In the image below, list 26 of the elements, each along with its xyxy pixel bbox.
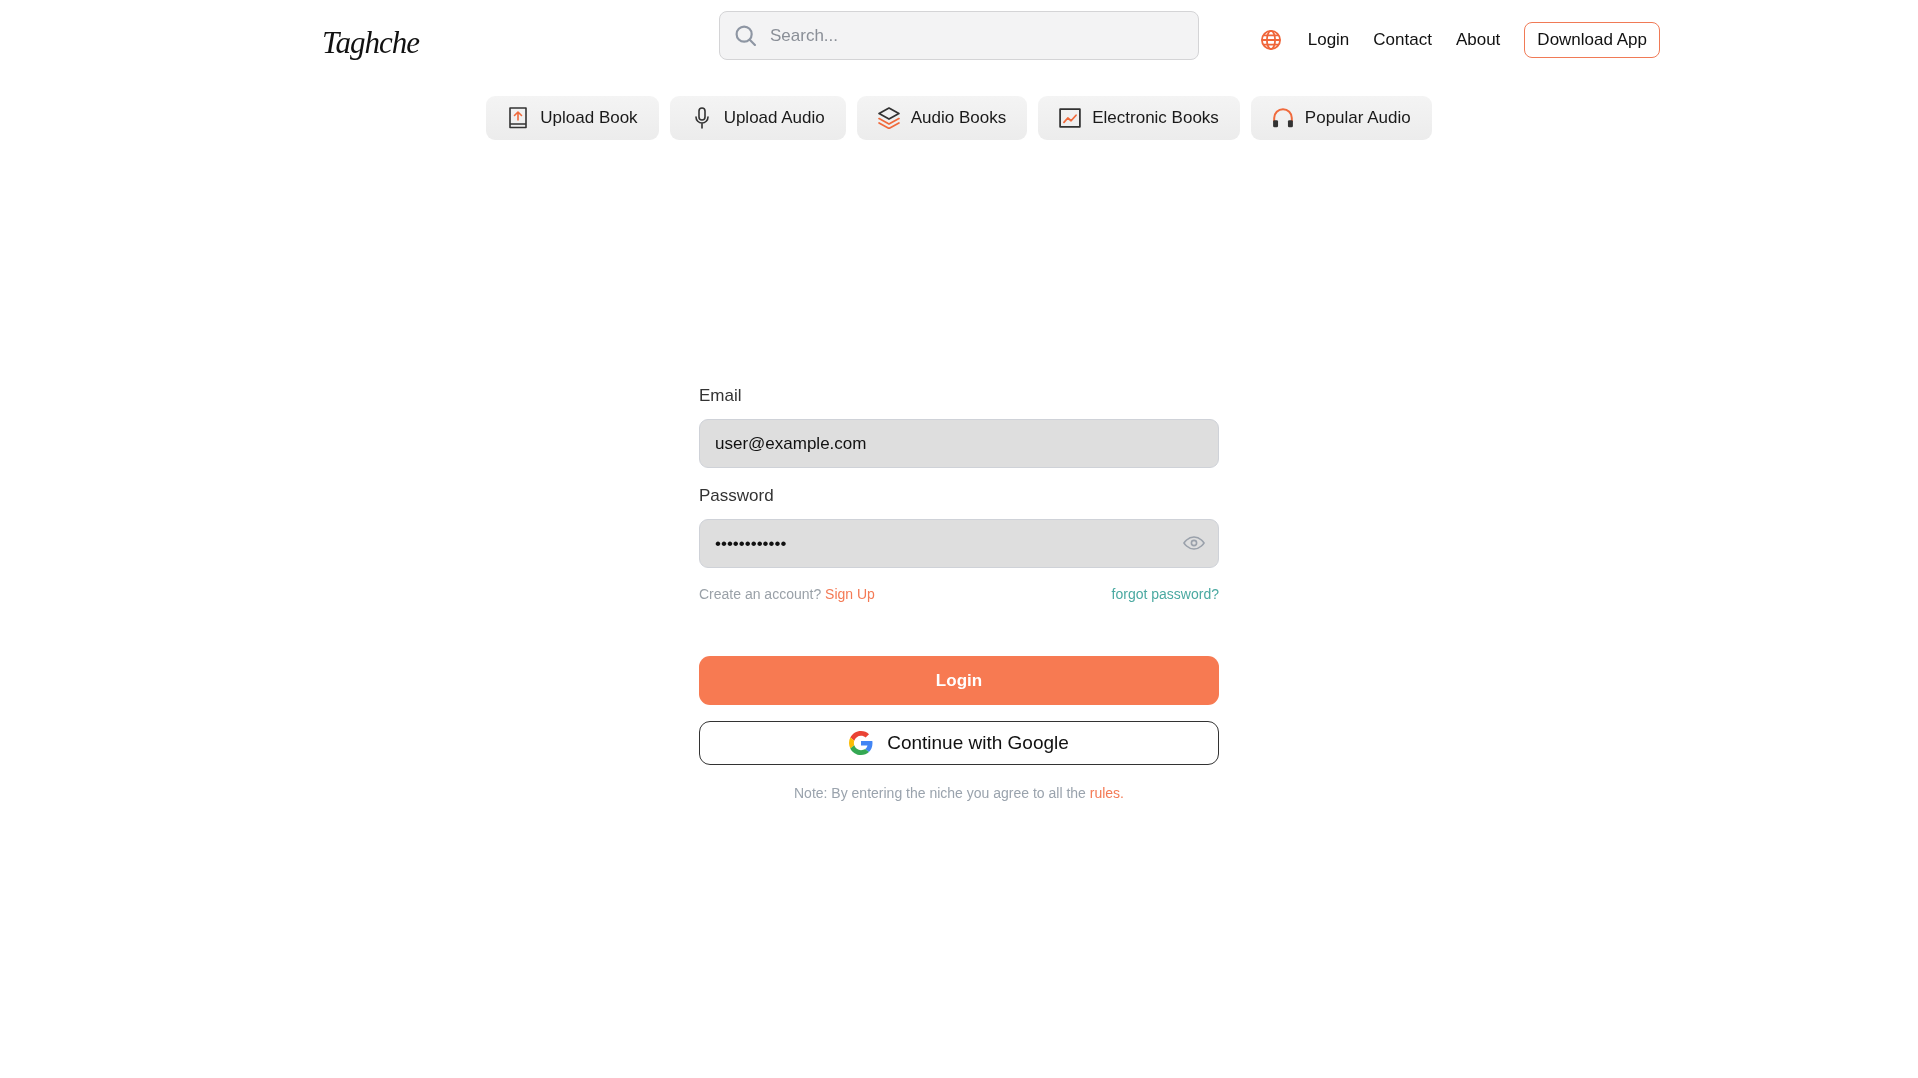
- category-button[interactable]: Audio Books: [856, 96, 1028, 140]
- book-upload-icon: [507, 107, 530, 129]
- password-field[interactable]: ••••••••••••: [699, 519, 1219, 568]
- nav-link[interactable]: Login: [1307, 30, 1350, 50]
- eye-icon[interactable]: [1183, 536, 1205, 550]
- terms-note: Note: By entering the niche you agree to all the rules.: [793, 784, 1125, 802]
- g-logo-icon: [849, 731, 874, 755]
- search-field[interactable]: Search...: [719, 11, 1199, 60]
- nav-link[interactable]: Contact: [1373, 30, 1432, 50]
- password-label: Password: [699, 485, 775, 507]
- category-button[interactable]: Popular Audio: [1250, 96, 1432, 140]
- category-button[interactable]: Electronic Books: [1038, 96, 1240, 140]
- category-button[interactable]: Upload Audio: [669, 96, 846, 140]
- category-button[interactable]: Upload Book: [486, 96, 659, 140]
- email-label: Email: [699, 385, 743, 407]
- email-field[interactable]: user@example.com: [699, 419, 1219, 468]
- layers-icon: [877, 107, 900, 129]
- globe-icon[interactable]: [1260, 30, 1281, 50]
- chart-frame-icon: [1059, 107, 1082, 129]
- site-logo[interactable]: Taghche: [322, 24, 419, 62]
- download-app-button[interactable]: Download App: [1524, 22, 1660, 58]
- search-icon: [735, 25, 756, 46]
- headphones-icon: [1271, 107, 1294, 129]
- signup-prompt: Create an account? Sign Up: [699, 585, 875, 603]
- google-button[interactable]: Continue with Google: [699, 721, 1219, 765]
- nav-link[interactable]: About: [1455, 30, 1501, 50]
